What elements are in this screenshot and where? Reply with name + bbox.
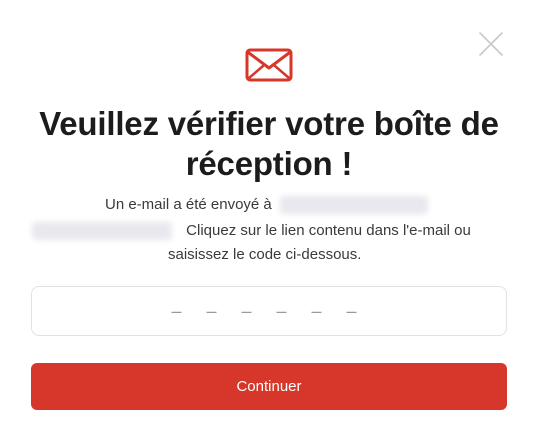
verification-code-input[interactable]: [32, 287, 506, 335]
sent-to-label: Un e-mail a été envoyé à: [105, 196, 272, 213]
instructions-line-2: saisissez le code ci-dessous.: [168, 246, 362, 263]
close-icon: [479, 32, 503, 56]
verification-code-field[interactable]: [31, 286, 507, 336]
close-button[interactable]: [478, 31, 504, 57]
verification-modal: Veuillez vérifier votre boîte de récepti…: [0, 0, 538, 440]
continue-button[interactable]: Continuer: [31, 363, 507, 410]
page-title: Veuillez vérifier votre boîte de récepti…: [39, 105, 499, 182]
redacted-email-continued: [32, 222, 172, 241]
instructions-line-1: Cliquez sur le lien contenu dans l'e-mai…: [186, 222, 471, 239]
envelope-icon: [245, 47, 293, 83]
redacted-email: [279, 196, 428, 215]
